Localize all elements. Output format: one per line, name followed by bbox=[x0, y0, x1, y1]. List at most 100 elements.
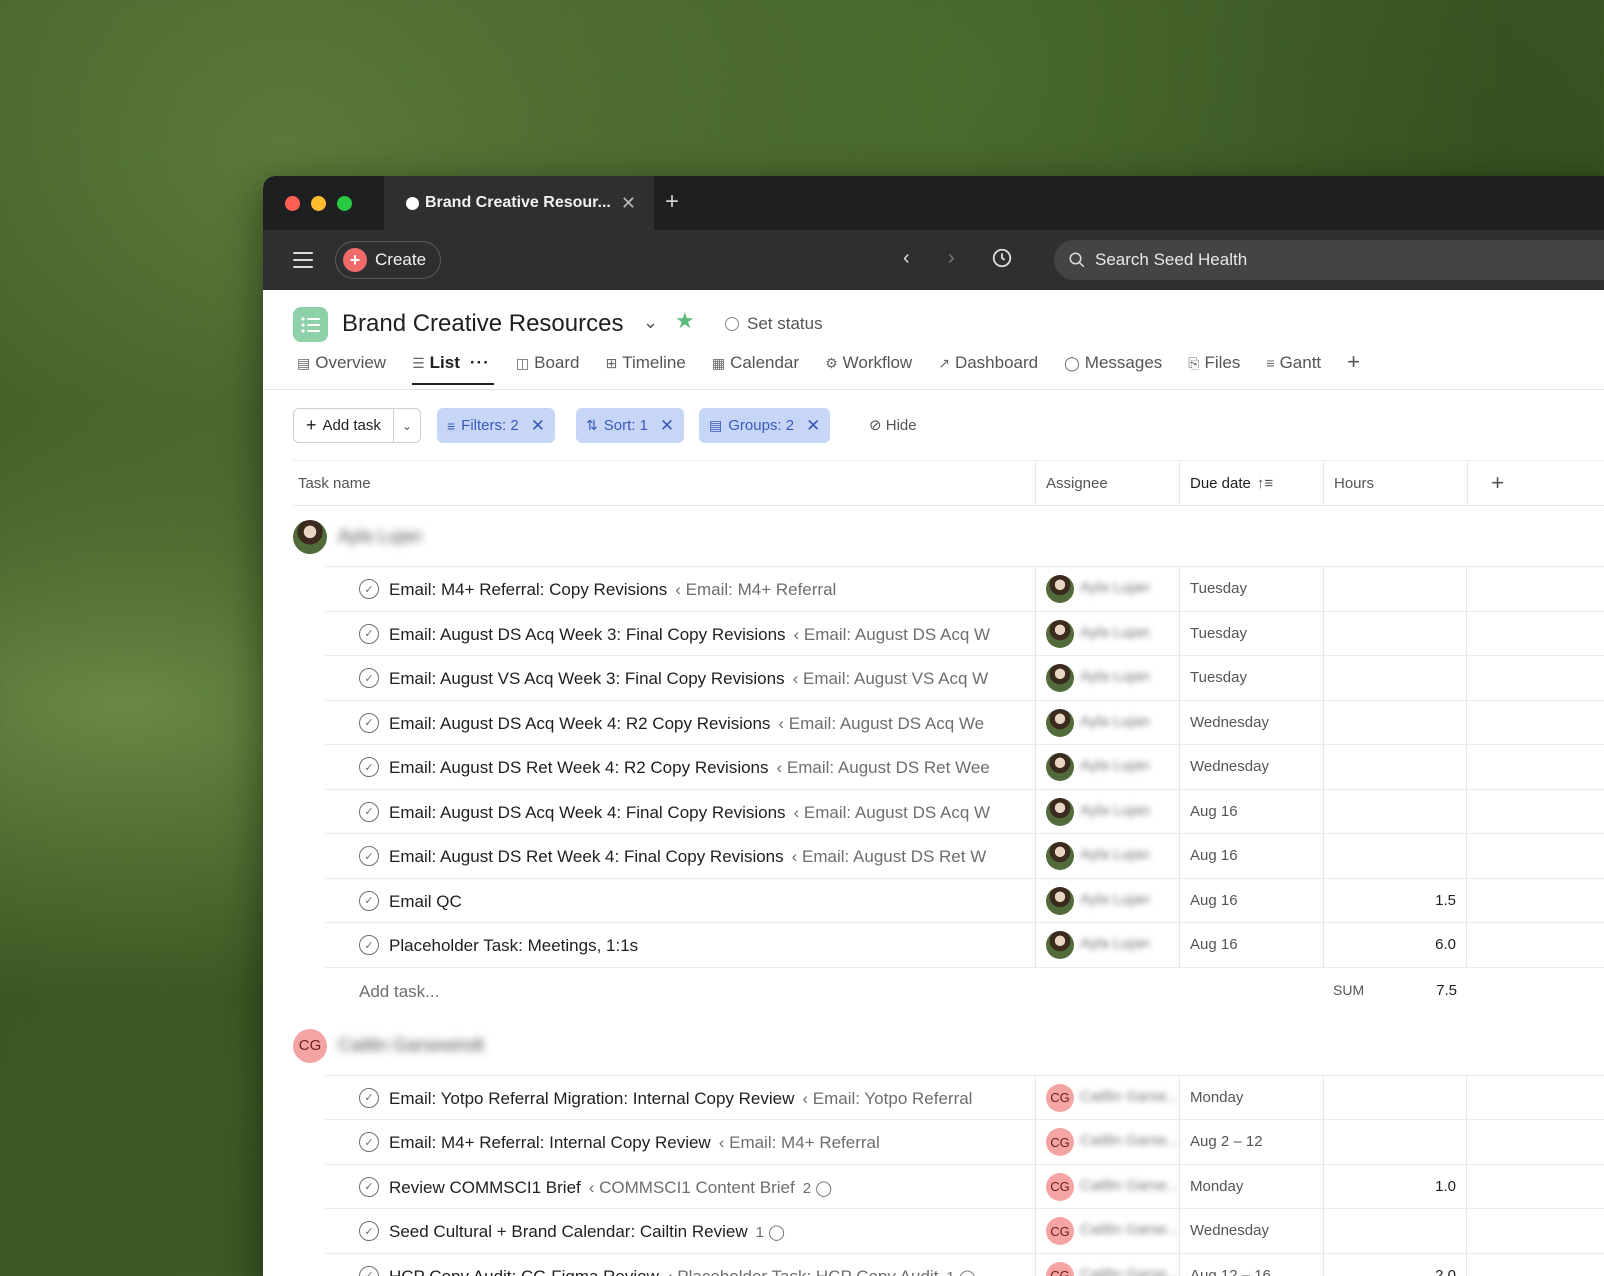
create-button[interactable]: + Create bbox=[335, 241, 442, 279]
hours-cell[interactable] bbox=[1323, 745, 1467, 789]
table-row[interactable]: ✓ Seed Cultural + Brand Calendar: Cailtin… bbox=[325, 1208, 1604, 1253]
parent-task-link[interactable]: ‹ Email: August DS Acq W bbox=[794, 625, 991, 644]
assignee-cell[interactable]: CG Caitlin Garse... bbox=[1035, 1075, 1179, 1119]
comment-count[interactable]: 1 ◯ bbox=[756, 1224, 785, 1241]
task-name-column-header[interactable]: Task name bbox=[293, 461, 1035, 505]
assignee-cell[interactable]: Ayla Lujan bbox=[1035, 923, 1179, 967]
tab-overview[interactable]: ▤ Overview bbox=[297, 353, 386, 383]
complete-task-checkbox-icon[interactable]: ✓ bbox=[359, 757, 379, 777]
complete-task-checkbox-icon[interactable]: ✓ bbox=[359, 712, 379, 733]
complete-task-checkbox-icon[interactable]: ✓ bbox=[359, 890, 379, 911]
clear-filters-icon[interactable]: ✕ bbox=[531, 416, 545, 436]
due-date-cell[interactable]: Tuesday bbox=[1179, 567, 1323, 611]
assignee-cell[interactable]: CG Caitlin Garse... bbox=[1035, 1209, 1179, 1253]
task-name[interactable]: Email: M4+ Referral: Internal Copy Revie… bbox=[389, 1133, 1029, 1153]
hours-cell[interactable] bbox=[1323, 611, 1467, 655]
due-date-cell[interactable]: Aug 16 bbox=[1179, 878, 1323, 922]
assignee-cell[interactable]: Ayla Lujan bbox=[1035, 745, 1179, 789]
maximize-window-button[interactable] bbox=[337, 195, 352, 211]
more-options-icon[interactable]: ··· bbox=[470, 353, 490, 373]
due-date-cell[interactable]: Aug 16 bbox=[1179, 923, 1323, 967]
hours-cell[interactable]: 1.5 bbox=[1323, 878, 1467, 922]
hide-button[interactable]: ⊘ Hide bbox=[869, 416, 917, 434]
table-row[interactable]: ✓ Email: August VS Acq Week 3: Final Copy… bbox=[325, 655, 1604, 700]
complete-task-checkbox-icon[interactable]: ✓ bbox=[359, 623, 379, 644]
task-name[interactable]: Review COMMSCI1 Brief ‹ COMMSCI1 Content … bbox=[389, 1178, 1029, 1198]
avatar[interactable]: CG bbox=[293, 1028, 327, 1063]
chevron-down-icon[interactable]: ⌄ bbox=[643, 312, 658, 333]
hours-cell[interactable] bbox=[1323, 1075, 1467, 1119]
complete-task-checkbox-icon[interactable]: ✓ bbox=[359, 801, 379, 822]
due-date-cell[interactable]: Aug 16 bbox=[1179, 834, 1323, 878]
clear-groups-icon[interactable]: ✕ bbox=[806, 416, 820, 436]
parent-task-link[interactable]: ‹ Email: M4+ Referral bbox=[719, 1133, 880, 1152]
hours-cell[interactable]: 6.0 bbox=[1323, 923, 1467, 967]
complete-task-checkbox-icon[interactable]: ✓ bbox=[359, 1176, 379, 1197]
table-row[interactable]: ✓ Email: August DS Ret Week 4: Final Copy… bbox=[325, 833, 1604, 878]
hours-cell[interactable] bbox=[1323, 700, 1467, 744]
tab-calendar[interactable]: ▦ Calendar bbox=[712, 353, 799, 383]
table-row[interactable]: ✓ Email: M4+ Referral: Internal Copy Revi… bbox=[325, 1119, 1604, 1164]
task-name[interactable]: HCP Copy Audit: CG Figma Review ‹ Placeho… bbox=[389, 1267, 1029, 1276]
hours-cell[interactable]: 1.0 bbox=[1323, 1164, 1467, 1208]
hours-cell[interactable] bbox=[1323, 567, 1467, 611]
task-name[interactable]: Placeholder Task: Meetings, 1:1s bbox=[389, 936, 1029, 956]
hours-cell[interactable]: 2.0 bbox=[1323, 1253, 1467, 1276]
task-name[interactable]: Email: August DS Ret Week 4: R2 Copy Rev… bbox=[389, 758, 1029, 778]
tab-gantt[interactable]: ≡ Gantt bbox=[1266, 353, 1321, 383]
set-status-button[interactable]: Set status bbox=[725, 314, 823, 334]
assignee-cell[interactable]: Ayla Lujan bbox=[1035, 611, 1179, 655]
add-task-button[interactable]: + Add task ⌄ bbox=[293, 408, 421, 443]
assignee-cell[interactable]: CG Caitlin Garse... bbox=[1035, 1164, 1179, 1208]
hours-cell[interactable] bbox=[1323, 1120, 1467, 1164]
due-date-cell[interactable]: Tuesday bbox=[1179, 656, 1323, 700]
tab-files[interactable]: ⎘ Files bbox=[1188, 353, 1240, 383]
table-row[interactable]: ✓ Email: August DS Ret Week 4: R2 Copy Re… bbox=[325, 744, 1604, 789]
close-window-button[interactable] bbox=[285, 195, 300, 211]
due-date-cell[interactable]: Tuesday bbox=[1179, 611, 1323, 655]
complete-task-checkbox-icon[interactable]: ✓ bbox=[359, 1265, 379, 1276]
filters-chip[interactable]: ≡ Filters: 2 ✕ bbox=[437, 408, 555, 443]
new-tab-button[interactable]: + bbox=[665, 188, 679, 216]
complete-task-checkbox-icon[interactable]: ✓ bbox=[359, 1132, 379, 1152]
star-icon[interactable]: ★ bbox=[675, 308, 695, 334]
tab-close-icon[interactable]: ✕ bbox=[621, 193, 636, 214]
forward-arrow-icon[interactable]: › bbox=[948, 247, 955, 270]
assignee-column-header[interactable]: Assignee bbox=[1035, 461, 1179, 505]
due-date-cell[interactable]: Wednesday bbox=[1179, 700, 1323, 744]
table-row[interactable]: ✓ Email: August DS Acq Week 4: Final Copy… bbox=[325, 788, 1604, 833]
project-list-icon[interactable] bbox=[293, 307, 328, 342]
add-view-button[interactable]: + bbox=[1347, 349, 1360, 383]
add-task-main[interactable]: + Add task bbox=[294, 409, 394, 442]
due-date-cell[interactable]: Wednesday bbox=[1179, 745, 1323, 789]
hours-cell[interactable] bbox=[1323, 656, 1467, 700]
assignee-cell[interactable]: Ayla Lujan bbox=[1035, 656, 1179, 700]
complete-task-checkbox-icon[interactable]: ✓ bbox=[359, 935, 379, 955]
task-name[interactable]: Email QC bbox=[389, 892, 1029, 912]
sort-chip[interactable]: ⇅ Sort: 1 ✕ bbox=[576, 408, 685, 443]
hours-cell[interactable] bbox=[1323, 834, 1467, 878]
assignee-cell[interactable]: CG Caitlin Garse... bbox=[1035, 1120, 1179, 1164]
tab-workflow[interactable]: ⚙ Workflow bbox=[825, 353, 912, 383]
menu-icon[interactable] bbox=[293, 252, 313, 268]
table-row[interactable]: ✓ Review COMMSCI1 Brief ‹ COMMSCI1 Content… bbox=[325, 1163, 1604, 1208]
add-task-row[interactable]: Add task... SUM 7.5 bbox=[325, 966, 1604, 1015]
sort-ascending-icon[interactable]: ↑≡ bbox=[1257, 475, 1273, 492]
comment-count[interactable]: 1 ◯ bbox=[946, 1269, 975, 1276]
task-name[interactable]: Email: August DS Acq Week 3: Final Copy … bbox=[389, 625, 1029, 645]
section-header[interactable]: Ayla Lujan bbox=[263, 506, 1604, 566]
parent-task-link[interactable]: ‹ Email: Yotpo Referral bbox=[802, 1089, 972, 1108]
assignee-cell[interactable]: Ayla Lujan bbox=[1035, 834, 1179, 878]
groups-chip[interactable]: ▤ Groups: 2 ✕ bbox=[699, 408, 831, 443]
browser-tab[interactable]: Brand Creative Resour... ✕ bbox=[384, 176, 654, 230]
parent-task-link[interactable]: ‹ Placeholder Task: HCP Copy Audit bbox=[667, 1267, 939, 1276]
table-row[interactable]: ✓ Placeholder Task: Meetings, 1:1s Ayla Lu… bbox=[325, 922, 1604, 967]
back-arrow-icon[interactable]: ‹ bbox=[903, 247, 910, 270]
parent-task-link[interactable]: ‹ Email: August DS Acq We bbox=[778, 714, 984, 733]
due-date-cell[interactable]: Monday bbox=[1179, 1075, 1323, 1119]
comment-count[interactable]: 2 ◯ bbox=[803, 1180, 832, 1197]
hours-cell[interactable] bbox=[1323, 1209, 1467, 1253]
add-column-button[interactable]: + bbox=[1467, 461, 1527, 505]
table-row[interactable]: ✓ Email: August DS Acq Week 4: R2 Copy Re… bbox=[325, 699, 1604, 744]
task-name[interactable]: Email: Yotpo Referral Migration: Interna… bbox=[389, 1089, 1029, 1109]
